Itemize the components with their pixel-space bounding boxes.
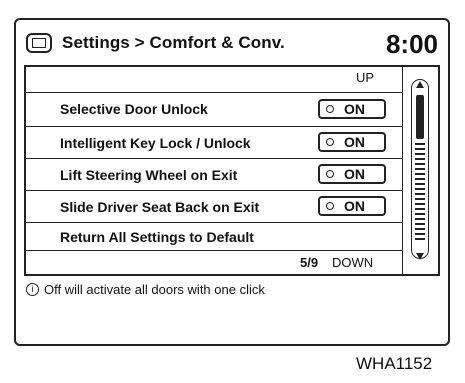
title-bar: Settings > Comfort & Conv. 8:00 <box>24 27 440 63</box>
list-item-return-all-settings[interactable]: Return All Settings to Default <box>26 223 402 251</box>
list-item-label: Lift Steering Wheel on Exit <box>60 167 238 183</box>
toggle-state: ON <box>344 134 365 150</box>
display-settings-icon <box>26 33 52 53</box>
figure-code: WHA1152 <box>356 354 433 373</box>
scroll-down-arrow-icon[interactable] <box>416 253 424 260</box>
info-text: Off will activate all doors with one cli… <box>44 282 265 297</box>
info-line: i Off will activate all doors with one c… <box>24 279 440 303</box>
list-item-slide-driver-seat[interactable]: Slide Driver Seat Back on Exit ON <box>26 191 402 223</box>
toggle-indicator-icon <box>326 138 334 146</box>
scroll-down-row[interactable]: 5/9 DOWN <box>26 251 402 275</box>
list-item-label: Selective Door Unlock <box>60 101 208 117</box>
scroll-up-row[interactable]: UP <box>26 67 402 93</box>
list-item-selective-door-unlock[interactable]: Selective Door Unlock ON <box>26 93 402 127</box>
scrollbar[interactable] <box>402 67 438 274</box>
info-icon: i <box>26 283 39 296</box>
list-item-label: Return All Settings to Default <box>60 229 254 245</box>
list-item-intelligent-key-lock[interactable]: Intelligent Key Lock / Unlock ON <box>26 127 402 159</box>
toggle-indicator-icon <box>326 170 334 178</box>
list-item-label: Slide Driver Seat Back on Exit <box>60 199 260 215</box>
toggle-state: ON <box>344 166 365 182</box>
toggle-indicator-icon <box>326 105 334 113</box>
settings-list: UP Selective Door Unlock ON Intelligent … <box>24 65 440 276</box>
intelligent-key-lock-toggle[interactable]: ON <box>318 132 386 152</box>
lift-steering-wheel-toggle[interactable]: ON <box>318 164 386 184</box>
list-item-lift-steering-wheel[interactable]: Lift Steering Wheel on Exit ON <box>26 159 402 191</box>
clock: 8:00 <box>385 29 438 59</box>
scroll-up-arrow-icon[interactable] <box>416 81 424 88</box>
scroll-down-label[interactable]: DOWN <box>332 255 373 270</box>
page-indicator: 5/9 <box>300 255 319 270</box>
toggle-indicator-icon <box>326 202 334 210</box>
selective-door-unlock-toggle[interactable]: ON <box>318 99 386 119</box>
scroll-thumb[interactable] <box>416 95 424 139</box>
page-title: Settings > Comfort & Conv. <box>62 33 285 52</box>
toggle-state: ON <box>344 198 365 214</box>
toggle-state: ON <box>344 101 365 117</box>
list-item-label: Intelligent Key Lock / Unlock <box>60 135 251 151</box>
slide-driver-seat-toggle[interactable]: ON <box>318 196 386 216</box>
scroll-up-label[interactable]: UP <box>356 70 374 85</box>
settings-screen: Settings > Comfort & Conv. 8:00 UP Selec… <box>24 27 440 297</box>
scroll-track-ticks <box>415 143 425 243</box>
